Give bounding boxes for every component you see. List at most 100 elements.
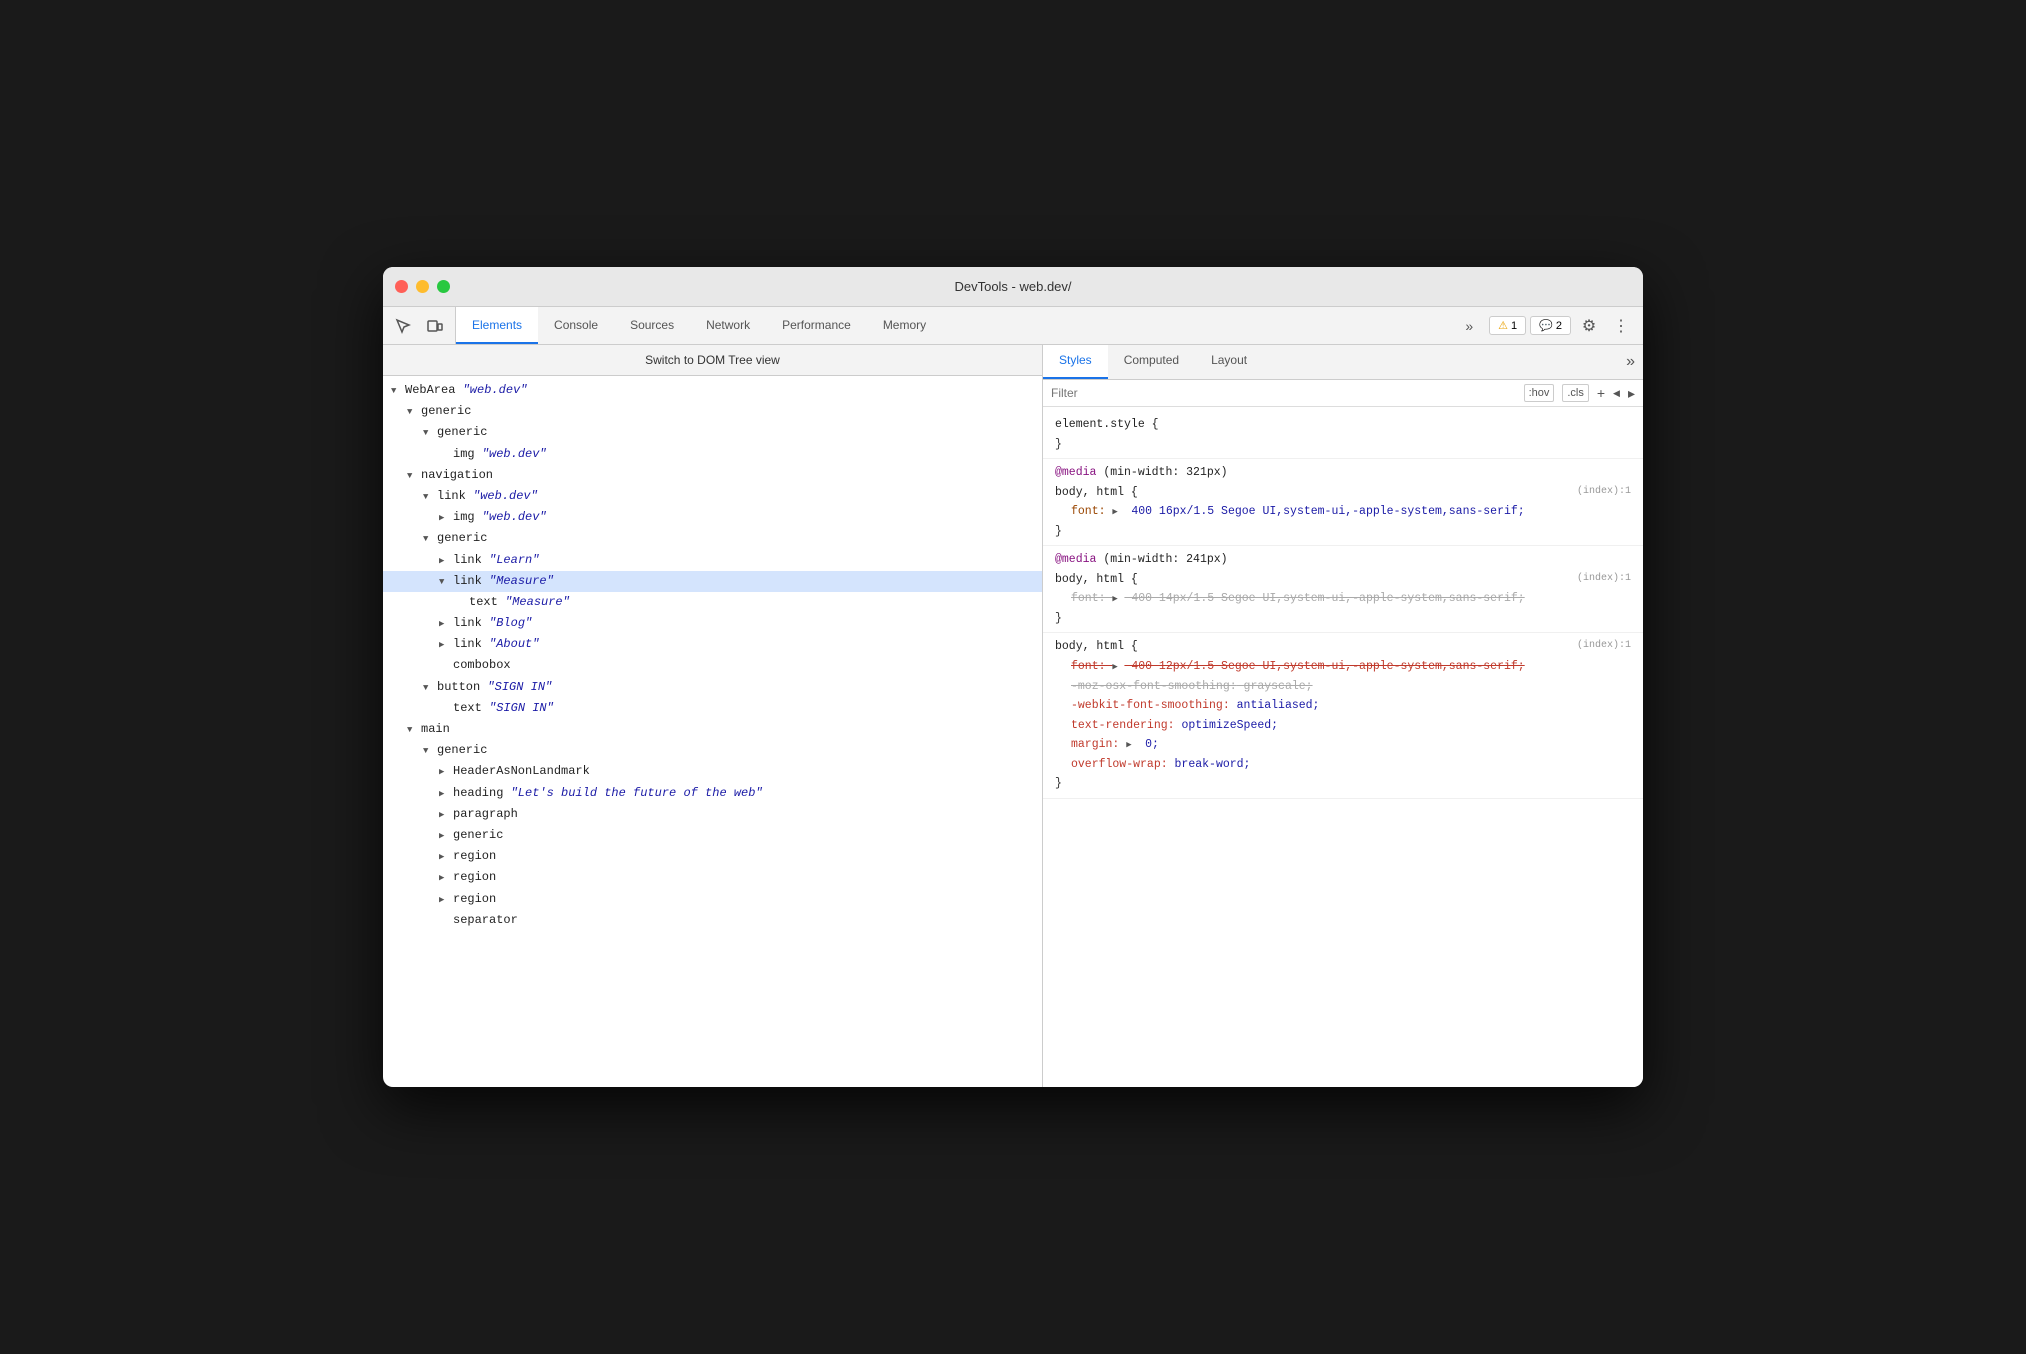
tree-expand-arrow[interactable] [439, 508, 453, 527]
tree-expand-arrow[interactable] [439, 868, 453, 887]
css-property-line-strikethrough: font: ▶ 400 14px/1.5 Segoe UI,system-ui,… [1055, 589, 1631, 609]
tree-expand-arrow[interactable] [439, 826, 453, 845]
tree-row[interactable]: region [383, 846, 1042, 867]
tree-expand-arrow[interactable] [423, 529, 437, 548]
styles-more-tabs[interactable]: » [1618, 345, 1643, 379]
tree-row[interactable]: separator [383, 910, 1042, 931]
info-badge[interactable]: 💬 2 [1530, 316, 1571, 335]
tree-row[interactable]: generic [383, 401, 1042, 422]
tree-expand-arrow[interactable] [407, 402, 421, 421]
css-selector-line: body, html { (index):1 [1055, 570, 1631, 590]
tree-row[interactable]: text "Measure" [383, 592, 1042, 613]
tree-row[interactable]: link "web.dev" [383, 486, 1042, 507]
add-style-button[interactable]: + [1597, 385, 1605, 401]
tree-expand-arrow[interactable] [439, 890, 453, 909]
tab-styles[interactable]: Styles [1043, 345, 1108, 379]
tree-expand-arrow[interactable] [439, 847, 453, 866]
css-source-link[interactable]: (index):1 [1577, 637, 1631, 654]
tree-row[interactable]: heading "Let's build the future of the w… [383, 783, 1042, 804]
settings-icon[interactable]: ⚙ [1575, 312, 1603, 340]
window-title: DevTools - web.dev/ [954, 279, 1071, 294]
tree-expand-arrow[interactable] [423, 487, 437, 506]
toggle-panel-button[interactable]: ▸ [1628, 385, 1635, 402]
css-property-line: font: ▶ 400 16px/1.5 Segoe UI,system-ui,… [1055, 502, 1631, 522]
tree-row[interactable]: link "Learn" [383, 550, 1042, 571]
dom-tree[interactable]: WebArea "web.dev" generic generic [383, 376, 1042, 1087]
traffic-lights [395, 280, 450, 293]
tab-elements[interactable]: Elements [456, 307, 538, 344]
tree-row[interactable]: generic [383, 422, 1042, 443]
css-source-link[interactable]: (index):1 [1577, 570, 1631, 587]
more-tabs-button[interactable]: » [1457, 307, 1481, 344]
tree-row[interactable]: button "SIGN IN" [383, 677, 1042, 698]
tree-expand-arrow[interactable] [407, 466, 421, 485]
styles-panel: Styles Computed Layout » :hov .cls + ◀ ▸ [1043, 345, 1643, 1087]
tab-performance[interactable]: Performance [766, 307, 867, 344]
tree-expand-arrow[interactable] [439, 551, 453, 570]
tree-expand-arrow[interactable] [423, 423, 437, 442]
tree-row[interactable]: text "SIGN IN" [383, 698, 1042, 719]
tree-expand-arrow[interactable] [439, 614, 453, 633]
tree-row[interactable]: paragraph [383, 804, 1042, 825]
hov-button[interactable]: :hov [1524, 384, 1555, 402]
tree-row[interactable]: WebArea "web.dev" [383, 380, 1042, 401]
styles-filter-bar: :hov .cls + ◀ ▸ [1043, 380, 1643, 407]
tab-console[interactable]: Console [538, 307, 614, 344]
tab-network[interactable]: Network [690, 307, 766, 344]
maximize-button[interactable] [437, 280, 450, 293]
tree-row[interactable]: link "Blog" [383, 613, 1042, 634]
tree-row-selected[interactable]: link "Measure" [383, 571, 1042, 592]
close-button[interactable] [395, 280, 408, 293]
tree-expand-arrow[interactable] [423, 678, 437, 697]
tab-memory[interactable]: Memory [867, 307, 942, 344]
css-source-link[interactable]: (index):1 [1577, 483, 1631, 500]
device-mode-icon[interactable] [423, 314, 447, 338]
tree-row[interactable]: combobox [383, 655, 1042, 676]
tree-expand-arrow[interactable] [439, 762, 453, 781]
css-selector-line: body, html { (index):1 [1055, 483, 1631, 503]
tree-expand-arrow[interactable] [439, 635, 453, 654]
warning-badge[interactable]: ⚠ 1 [1489, 316, 1526, 335]
tree-row[interactable]: img "web.dev" [383, 507, 1042, 528]
tab-computed[interactable]: Computed [1108, 345, 1195, 379]
css-property-line: overflow-wrap: break-word; [1055, 755, 1631, 775]
tree-expand-arrow[interactable] [423, 741, 437, 760]
tree-row[interactable]: img "web.dev" [383, 444, 1042, 465]
css-property-line: text-rendering: optimizeSpeed; [1055, 716, 1631, 736]
tree-row[interactable]: region [383, 867, 1042, 888]
tree-row[interactable]: generic [383, 740, 1042, 761]
tree-expand-arrow[interactable] [439, 784, 453, 803]
tab-icon-group [383, 307, 456, 344]
select-element-icon[interactable] [391, 314, 415, 338]
tree-row[interactable]: generic [383, 528, 1042, 549]
dom-panel: Switch to DOM Tree view WebArea "web.dev… [383, 345, 1043, 1087]
filter-extra-icon: ◀ [1613, 388, 1620, 399]
message-icon: 💬 [1539, 319, 1553, 332]
css-close-brace: } [1055, 522, 1631, 542]
tab-layout[interactable]: Layout [1195, 345, 1263, 379]
tree-row[interactable]: main [383, 719, 1042, 740]
tree-row[interactable]: link "About" [383, 634, 1042, 655]
tree-row[interactable]: navigation [383, 465, 1042, 486]
minimize-button[interactable] [416, 280, 429, 293]
styles-content: element.style { } @media (min-width: 321… [1043, 407, 1643, 1087]
cls-button[interactable]: .cls [1562, 384, 1589, 402]
main-tabs: Elements Console Sources Network Perform… [456, 307, 1457, 344]
css-property-line: -webkit-font-smoothing: antialiased; [1055, 696, 1631, 716]
dom-toolbar[interactable]: Switch to DOM Tree view [383, 345, 1042, 376]
tree-expand-arrow[interactable] [439, 805, 453, 824]
css-property-line: -moz-osx-font-smoothing: grayscale; [1055, 677, 1631, 697]
tree-expand-arrow[interactable] [439, 572, 453, 591]
css-block-media-241: @media (min-width: 241px) body, html { (… [1043, 546, 1643, 633]
css-media-line: @media (min-width: 321px) [1055, 463, 1631, 483]
tree-row[interactable]: generic [383, 825, 1042, 846]
css-close-brace: } [1055, 774, 1631, 794]
tab-sources[interactable]: Sources [614, 307, 690, 344]
tree-row[interactable]: region [383, 889, 1042, 910]
title-bar: DevTools - web.dev/ [383, 267, 1643, 307]
tree-expand-arrow[interactable] [407, 720, 421, 739]
more-options-icon[interactable]: ⋮ [1607, 312, 1635, 340]
styles-filter-input[interactable] [1051, 386, 1516, 400]
tree-row[interactable]: HeaderAsNonLandmark [383, 761, 1042, 782]
tree-expand-arrow[interactable] [391, 381, 405, 400]
